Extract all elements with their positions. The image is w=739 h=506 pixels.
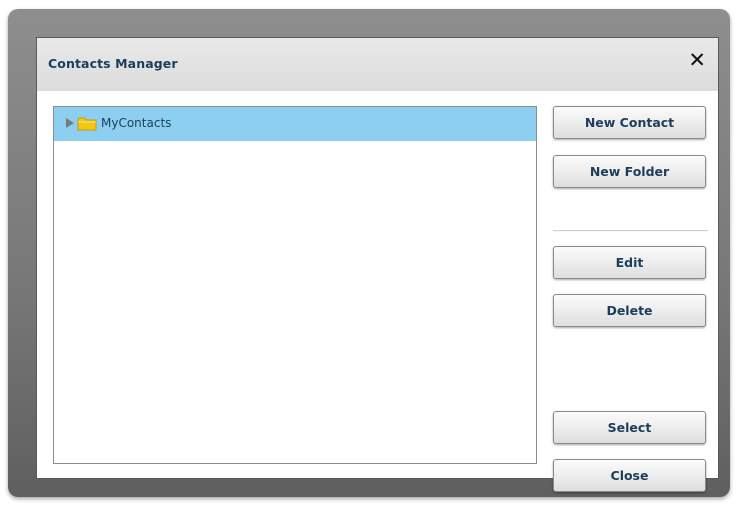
close-icon[interactable]: ✕ [688, 50, 706, 71]
select-button[interactable]: Select [553, 411, 706, 444]
edit-button[interactable]: Edit [553, 246, 706, 279]
dialog-content: MyContacts New Contact New Folder Edit D… [37, 91, 718, 492]
dialog-frame: Contacts Manager ✕ MyContacts New Contac… [8, 9, 730, 497]
new-contact-button[interactable]: New Contact [553, 106, 706, 139]
folder-icon [77, 117, 97, 131]
tree-item-label: MyContacts [101, 116, 172, 130]
contacts-manager-dialog: Contacts Manager ✕ MyContacts New Contac… [36, 37, 719, 492]
new-folder-button[interactable]: New Folder [553, 155, 706, 188]
contacts-tree[interactable]: MyContacts [53, 106, 537, 464]
expand-arrow-icon[interactable] [66, 118, 74, 128]
close-button[interactable]: Close [553, 459, 706, 492]
button-separator [553, 230, 708, 232]
dialog-title: Contacts Manager [48, 56, 178, 71]
tree-item-mycontacts[interactable]: MyContacts [54, 107, 536, 141]
dialog-titlebar: Contacts Manager ✕ [37, 38, 718, 91]
delete-button[interactable]: Delete [553, 294, 706, 327]
